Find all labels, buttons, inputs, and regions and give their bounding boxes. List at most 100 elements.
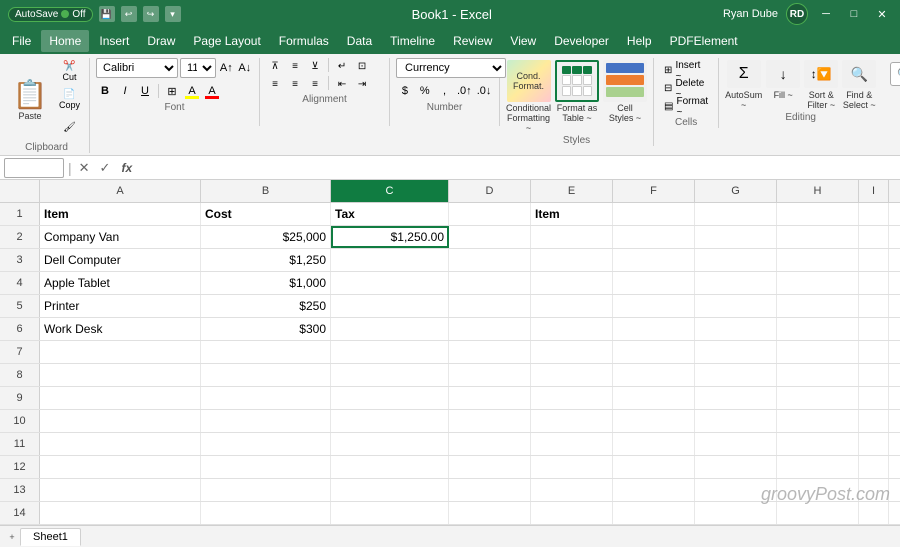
cell-D12[interactable] <box>449 456 531 478</box>
top-align-button[interactable]: ⊼ <box>266 58 284 74</box>
cell-d6[interactable] <box>449 318 531 340</box>
middle-align-button[interactable]: ≡ <box>286 58 304 74</box>
cell-styles-button[interactable] <box>603 60 647 102</box>
cell-reference-box[interactable]: C2 <box>4 158 64 178</box>
cell-a1[interactable]: Item <box>40 203 201 225</box>
delete-cells-button[interactable]: ⊟ Delete ~ <box>660 80 712 97</box>
cell-H12[interactable] <box>777 456 859 478</box>
merge-button[interactable]: ⊡ <box>353 58 371 74</box>
cell-I13[interactable] <box>859 479 889 501</box>
cell-i5[interactable] <box>859 295 889 317</box>
cell-G10[interactable] <box>695 410 777 432</box>
cell-A10[interactable] <box>40 410 201 432</box>
close-button[interactable]: ✕ <box>872 4 892 24</box>
cell-a3[interactable]: Dell Computer <box>40 249 201 271</box>
cell-B9[interactable] <box>201 387 331 409</box>
decrease-indent-button[interactable]: ⇤ <box>333 76 351 92</box>
cell-d1[interactable] <box>449 203 531 225</box>
right-align-button[interactable]: ≡ <box>306 76 324 92</box>
font-grow-button[interactable]: A↑ <box>218 59 234 77</box>
cell-D13[interactable] <box>449 479 531 501</box>
menu-pdfelement[interactable]: PDFElement <box>662 30 746 52</box>
cell-G11[interactable] <box>695 433 777 455</box>
cell-F9[interactable] <box>613 387 695 409</box>
cell-d5[interactable] <box>449 295 531 317</box>
maximize-button[interactable]: □ <box>844 4 864 24</box>
cell-G14[interactable] <box>695 502 777 524</box>
cell-A8[interactable] <box>40 364 201 386</box>
comma-style-button[interactable]: , <box>436 82 454 100</box>
cut-button[interactable]: ✂️ Cut <box>54 58 85 84</box>
cell-a5[interactable]: Printer <box>40 295 201 317</box>
font-color-button[interactable]: A <box>203 82 221 100</box>
cell-A14[interactable] <box>40 502 201 524</box>
cell-A12[interactable] <box>40 456 201 478</box>
cell-E12[interactable] <box>531 456 613 478</box>
cell-i6[interactable] <box>859 318 889 340</box>
menu-timeline[interactable]: Timeline <box>382 30 443 52</box>
cell-c2[interactable]: $1,250.00 <box>331 226 449 248</box>
cell-E10[interactable] <box>531 410 613 432</box>
cell-H10[interactable] <box>777 410 859 432</box>
cell-i1[interactable] <box>859 203 889 225</box>
minimize-button[interactable]: ─ <box>816 4 836 24</box>
formula-input[interactable]: =B2*0.05 <box>140 158 896 178</box>
cell-G7[interactable] <box>695 341 777 363</box>
cell-g2[interactable] <box>695 226 777 248</box>
cell-H14[interactable] <box>777 502 859 524</box>
format-as-table-button[interactable] <box>555 60 599 102</box>
decrease-decimal-button[interactable]: .0↓ <box>475 82 493 100</box>
cell-c6[interactable] <box>331 318 449 340</box>
cell-C13[interactable] <box>331 479 449 501</box>
cell-f1[interactable] <box>613 203 695 225</box>
cell-G12[interactable] <box>695 456 777 478</box>
font-shrink-button[interactable]: A↓ <box>237 59 253 77</box>
font-size-select[interactable]: 11 <box>180 58 216 78</box>
increase-decimal-button[interactable]: .0↑ <box>455 82 473 100</box>
cell-F12[interactable] <box>613 456 695 478</box>
wrap-text-button[interactable]: ↵ <box>333 58 351 74</box>
cell-C14[interactable] <box>331 502 449 524</box>
cell-f4[interactable] <box>613 272 695 294</box>
number-format-select[interactable]: Currency General Number Text Percentage … <box>396 58 506 78</box>
cell-E14[interactable] <box>531 502 613 524</box>
cell-d4[interactable] <box>449 272 531 294</box>
format-cells-button[interactable]: ▤ Format ~ <box>660 98 712 115</box>
cell-D8[interactable] <box>449 364 531 386</box>
cell-e2[interactable] <box>531 226 613 248</box>
cell-e4[interactable] <box>531 272 613 294</box>
cell-e5[interactable] <box>531 295 613 317</box>
cell-F11[interactable] <box>613 433 695 455</box>
col-header-g[interactable]: G <box>695 180 777 202</box>
cell-g6[interactable] <box>695 318 777 340</box>
cell-C9[interactable] <box>331 387 449 409</box>
cell-c3[interactable] <box>331 249 449 271</box>
cell-g4[interactable] <box>695 272 777 294</box>
cell-d3[interactable] <box>449 249 531 271</box>
percent-style-button[interactable]: % <box>416 82 434 100</box>
cell-b1[interactable]: Cost <box>201 203 331 225</box>
more-tools-icon[interactable]: ▾ <box>165 6 181 22</box>
cell-h1[interactable] <box>777 203 859 225</box>
add-sheet-button[interactable]: + <box>4 529 20 545</box>
cell-i4[interactable] <box>859 272 889 294</box>
undo-icon[interactable]: ↩ <box>121 6 137 22</box>
cell-e3[interactable] <box>531 249 613 271</box>
cell-A9[interactable] <box>40 387 201 409</box>
col-header-c[interactable]: C <box>331 180 449 202</box>
cell-g5[interactable] <box>695 295 777 317</box>
menu-data[interactable]: Data <box>339 30 380 52</box>
autosave-badge[interactable]: AutoSave Off <box>8 7 93 22</box>
cell-a4[interactable]: Apple Tablet <box>40 272 201 294</box>
paste-button[interactable]: 📋 Paste <box>8 73 52 125</box>
border-button[interactable]: ⊞ <box>163 82 181 100</box>
cell-f6[interactable] <box>613 318 695 340</box>
cell-I7[interactable] <box>859 341 889 363</box>
cell-d2[interactable] <box>449 226 531 248</box>
cell-g3[interactable] <box>695 249 777 271</box>
col-header-f[interactable]: F <box>613 180 695 202</box>
accounting-format-button[interactable]: $ <box>396 82 414 100</box>
cell-B10[interactable] <box>201 410 331 432</box>
menu-view[interactable]: View <box>502 30 544 52</box>
cell-D7[interactable] <box>449 341 531 363</box>
